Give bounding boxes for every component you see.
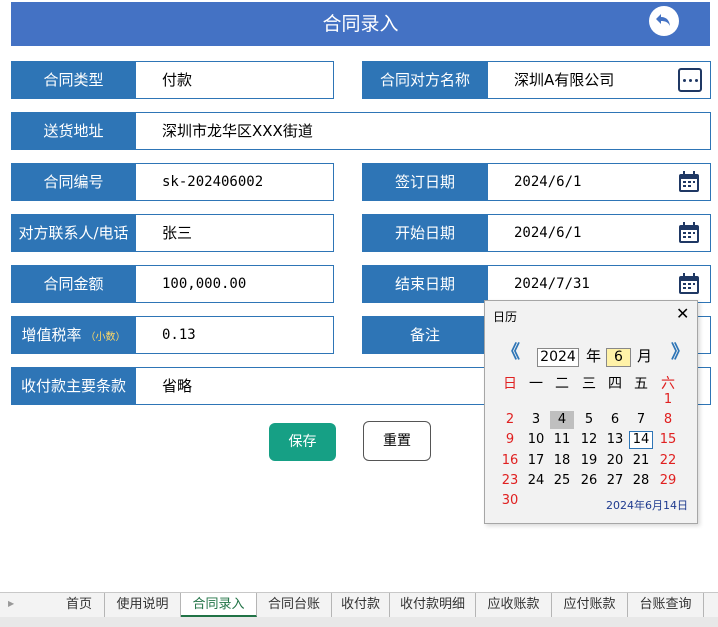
close-icon[interactable]: ✕ <box>676 306 689 322</box>
sheet-tab[interactable]: 应付账款 <box>552 593 628 617</box>
month-label: 月 <box>637 347 653 365</box>
tax-rate-label: 增值税率 （小数） <box>11 316 136 354</box>
calendar-day[interactable]: 14 <box>629 431 653 450</box>
calendar-day[interactable]: 20 <box>603 452 627 470</box>
calendar-day[interactable]: 16 <box>498 452 522 470</box>
calendar-day[interactable]: 13 <box>603 431 627 449</box>
contact-label: 对方联系人/电话 <box>11 214 136 252</box>
tab-scroll-icon[interactable]: ▶ <box>8 599 14 608</box>
calendar-day[interactable]: 29 <box>656 472 680 490</box>
sheet-tab[interactable]: 首页 <box>54 593 105 617</box>
calendar-day[interactable]: 10 <box>524 431 548 449</box>
sheet-tab[interactable]: 收付款明细 <box>390 593 476 617</box>
calendar-day[interactable]: 15 <box>656 431 680 449</box>
amount-label: 合同金额 <box>11 265 136 303</box>
address-field[interactable]: 深圳市龙华区XXX街道 <box>136 112 711 150</box>
contract-no-label: 合同编号 <box>11 163 136 201</box>
page-title: 合同录入 <box>322 13 399 35</box>
address-label: 送货地址 <box>11 112 136 150</box>
calendar-day[interactable]: 28 <box>629 472 653 490</box>
calendar-day[interactable]: 18 <box>550 452 574 470</box>
contract-no-field[interactable]: sk-202406002 <box>136 163 334 201</box>
calendar-day[interactable]: 1 <box>656 391 680 409</box>
calendar-day[interactable]: 12 <box>577 431 601 449</box>
year-label: 年 <box>586 347 602 365</box>
year-input[interactable]: 2024 <box>537 348 579 367</box>
calendar-day[interactable]: 17 <box>524 452 548 470</box>
sheet-tab-bar: ▶ 首页 使用说明 合同录入 合同台账 收付款 收付款明细 应收账款 应付账款 台账查询 <box>0 592 718 617</box>
sheet-tab[interactable]: 合同录入 <box>181 593 257 617</box>
next-month-icon[interactable]: 》 <box>671 344 689 362</box>
calendar-day[interactable]: 6 <box>603 411 627 429</box>
calendar-day[interactable]: 24 <box>524 472 548 490</box>
calendar-day[interactable]: 8 <box>656 411 680 429</box>
sheet-tab[interactable]: 应收账款 <box>476 593 552 617</box>
calendar-day[interactable]: 7 <box>629 411 653 429</box>
weekday-header: 四 <box>608 376 622 392</box>
save-button[interactable]: 保存 <box>269 423 336 461</box>
sheet-tab[interactable]: 合同台账 <box>257 593 332 617</box>
calendar-icon[interactable] <box>677 170 701 194</box>
weekday-header: 一 <box>529 376 543 392</box>
terms-label: 收付款主要条款 <box>11 367 136 405</box>
tax-rate-note: （小数） <box>85 332 126 343</box>
calendar-day[interactable]: 30 <box>498 492 522 510</box>
calendar-day[interactable]: 22 <box>656 452 680 470</box>
sheet-tab[interactable]: 收付款 <box>332 593 390 617</box>
more-options-button[interactable] <box>678 68 702 92</box>
calendar-day[interactable]: 26 <box>577 472 601 490</box>
calendar-day[interactable]: 19 <box>577 452 601 470</box>
back-arrow-icon <box>656 14 670 26</box>
sheet-tab[interactable]: 使用说明 <box>105 593 181 617</box>
calendar-day[interactable]: 3 <box>524 411 548 429</box>
calendar-day[interactable]: 27 <box>603 472 627 490</box>
calendar-day[interactable]: 4 <box>550 411 574 430</box>
calendar-day[interactable]: 9 <box>498 431 522 449</box>
page-header: 合同录入 <box>11 2 710 46</box>
calendar-day[interactable]: 21 <box>629 452 653 470</box>
back-button[interactable] <box>649 6 679 36</box>
weekday-header: 二 <box>555 376 569 392</box>
calendar-day[interactable]: 5 <box>577 411 601 429</box>
tax-rate-label-text: 增值税率 <box>21 326 82 344</box>
contact-field[interactable]: 张三 <box>136 214 334 252</box>
end-date-label: 结束日期 <box>362 265 488 303</box>
calendar-title: 日历 <box>493 310 518 324</box>
calendar-day[interactable]: 23 <box>498 472 522 490</box>
weekday-header: 六 <box>661 376 675 392</box>
calendar-icon[interactable] <box>677 272 701 296</box>
calendar-day[interactable]: 2 <box>498 411 522 429</box>
status-bar <box>0 617 718 627</box>
weekday-header: 五 <box>634 376 648 392</box>
calendar-today-label[interactable]: 2024年6月14日 <box>606 497 688 513</box>
start-date-label: 开始日期 <box>362 214 488 252</box>
remark-label: 备注 <box>362 316 488 354</box>
prev-month-icon[interactable]: 《 <box>502 344 520 362</box>
reset-button[interactable]: 重置 <box>363 421 431 461</box>
counterparty-label: 合同对方名称 <box>362 61 488 99</box>
weekday-header: 三 <box>582 376 596 392</box>
sheet-tab[interactable]: 台账查询 <box>628 593 704 617</box>
calendar-day[interactable]: 25 <box>550 472 574 490</box>
contract-type-field[interactable]: 付款 <box>136 61 334 99</box>
amount-field[interactable]: 100,000.00 <box>136 265 334 303</box>
tax-rate-field[interactable]: 0.13 <box>136 316 334 354</box>
calendar-popup: 日历 ✕ 《 2024 年 6 月 》 日一二三四五六 1 2 3 4 5 6 7 8 9 10 1… <box>484 300 698 524</box>
contract-type-label: 合同类型 <box>11 61 136 99</box>
calendar-icon[interactable] <box>677 221 701 245</box>
sign-date-label: 签订日期 <box>362 163 488 201</box>
calendar-day[interactable]: 11 <box>550 431 574 449</box>
month-input[interactable]: 6 <box>606 348 631 367</box>
weekday-header: 日 <box>503 376 517 392</box>
